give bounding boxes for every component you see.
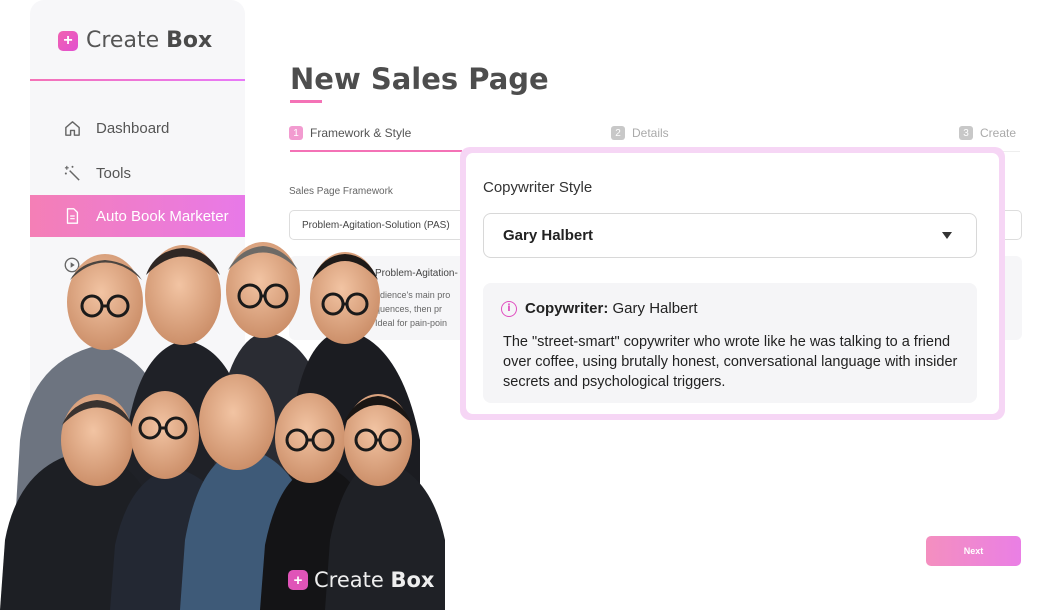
step-framework-style[interactable]: 1 Framework & Style: [289, 126, 411, 140]
sidebar-item-label: Tools: [96, 164, 132, 182]
chevron-down-icon: [942, 232, 952, 239]
brand-logo[interactable]: + Create Box: [58, 28, 212, 53]
copywriter-style-select[interactable]: Gary Halbert: [483, 213, 977, 258]
watermark-name-bold: Box: [390, 568, 435, 592]
sidebar-item-auto-book-marketer[interactable]: Auto Book Marketer: [30, 195, 245, 237]
step-progress: [290, 150, 462, 152]
document-icon: [62, 206, 82, 226]
app-root: + Create Box Dashboard Tools Auto Book M…: [0, 0, 1063, 610]
logo-plus-icon: +: [58, 30, 78, 51]
step-label: Framework & Style: [310, 126, 412, 140]
copywriter-description-box: i Copywriter: Gary Halbert The "street-s…: [483, 283, 977, 403]
step-create[interactable]: 3 Create: [959, 126, 1016, 140]
brand-name-light: Create: [86, 28, 160, 53]
step-number: 1: [289, 126, 303, 140]
copywriter-prefix: Copywriter:: [525, 300, 609, 317]
logo-divider: [30, 79, 245, 81]
copywriter-description: The "street-smart" copywriter who wrote …: [503, 334, 958, 390]
copywriter-style-panel: Copywriter Style Gary Halbert i Copywrit…: [466, 153, 999, 414]
step-label: Create: [980, 126, 1017, 140]
sidebar-item-label: Auto Book Marketer: [96, 207, 229, 225]
step-label: Details: [632, 126, 669, 140]
watermark-logo: + Create Box: [288, 568, 434, 592]
copywriter-selected-value: Gary Halbert: [503, 227, 594, 244]
next-button[interactable]: Next: [926, 536, 1021, 566]
step-number: 2: [611, 126, 625, 140]
framework-label: Sales Page Framework: [289, 186, 393, 197]
home-icon: [62, 118, 82, 138]
brand-name-bold: Box: [166, 28, 213, 53]
sidebar-item-dashboard[interactable]: Dashboard: [30, 107, 245, 149]
sidebar-item-label: Dashboard: [96, 119, 170, 137]
page-title: New Sales Page: [290, 62, 549, 96]
step-number: 3: [959, 126, 973, 140]
logo-plus-icon: +: [288, 570, 308, 590]
title-underline: [290, 100, 322, 103]
copywriter-name: Gary Halbert: [612, 300, 698, 317]
watermark-name-light: Create: [314, 568, 384, 592]
sidebar-item-tools[interactable]: Tools: [30, 152, 245, 194]
magic-wand-icon: [62, 163, 82, 183]
copywriters-group-illustration: [0, 242, 445, 610]
info-icon: i: [501, 300, 517, 317]
copywriter-description-header: i Copywriter: Gary Halbert: [501, 300, 698, 317]
copywriter-style-label: Copywriter Style: [483, 179, 593, 196]
framework-select[interactable]: Problem-Agitation-Solution (PAS): [289, 210, 469, 240]
step-details[interactable]: 2 Details: [611, 126, 669, 140]
